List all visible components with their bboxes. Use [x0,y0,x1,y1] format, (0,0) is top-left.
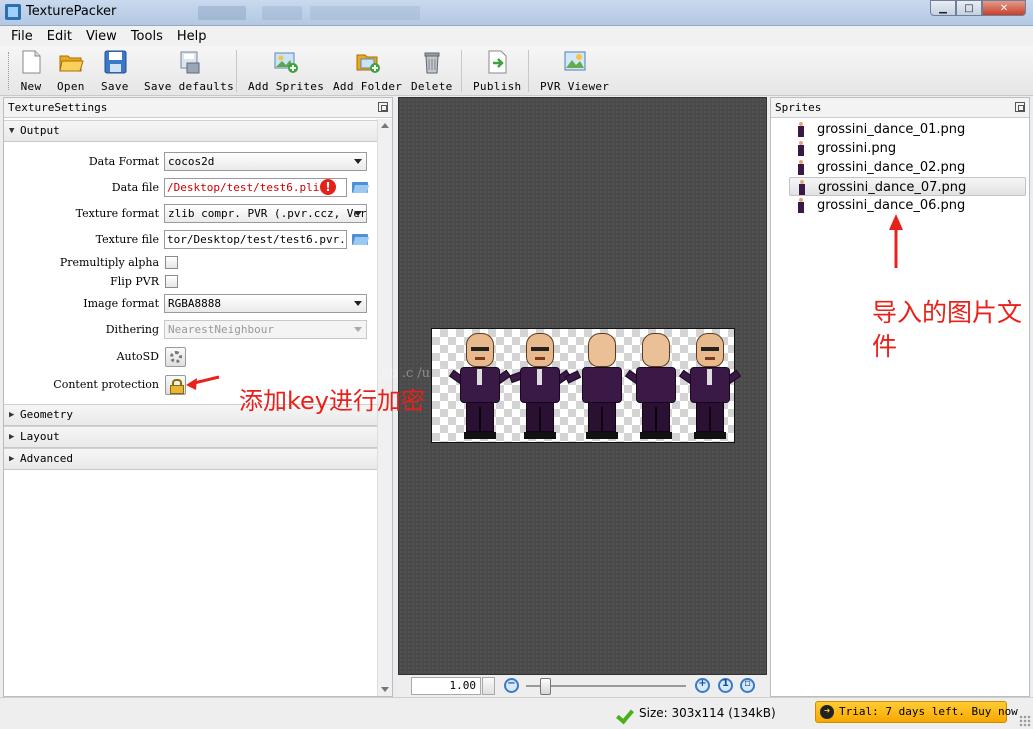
arrow-head [889,214,903,230]
arrow-head [186,378,197,390]
status-bar: Size: 303x114 (134kB) ➜ Trial: 7 days le… [0,697,1033,729]
annotation-arrows [186,214,903,390]
annotation-add-key: 添加key进行加密 [239,387,426,415]
sheet-size-text: Size: 303x114 (134kB) [639,706,776,720]
trial-buy-button[interactable]: ➜ Trial: 7 days left. Buy now [815,701,1018,723]
check-icon [618,706,634,722]
arrow-right-icon: ➜ [820,705,834,719]
resize-grip[interactable] [1019,715,1031,727]
annotation-imported-files: 导入的图片文件 [872,298,1023,361]
